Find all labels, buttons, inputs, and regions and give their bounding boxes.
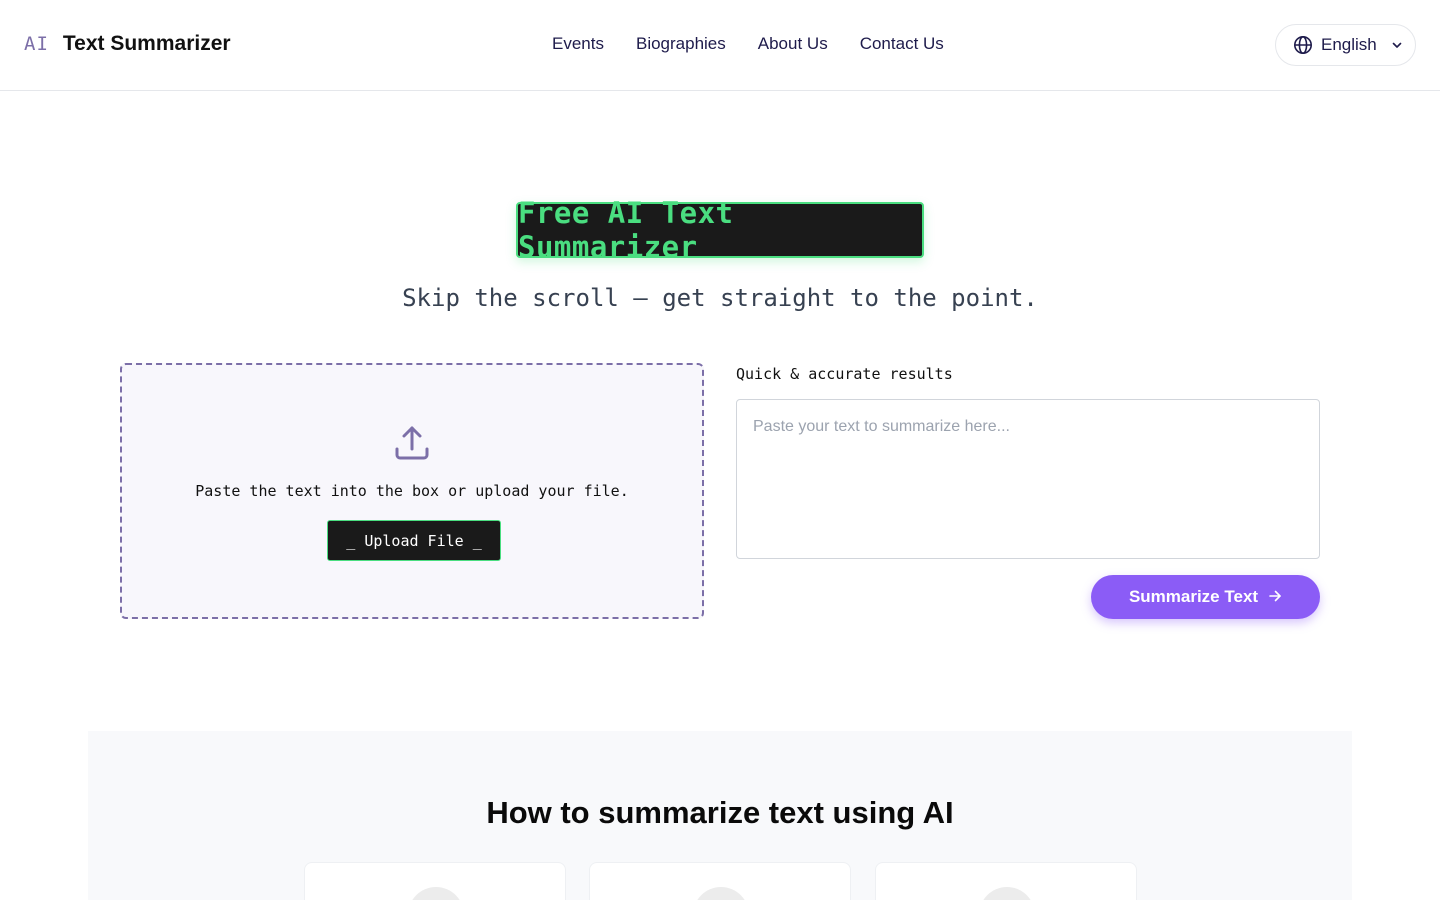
upload-icon xyxy=(394,425,430,466)
hero-badge: Free AI Text Summarizer xyxy=(516,196,924,264)
summarize-text-input[interactable] xyxy=(736,399,1320,559)
step-icon-circle xyxy=(979,887,1035,900)
summarize-button-label: Summarize Text xyxy=(1128,587,1259,606)
upload-instruction: Paste the text into the box or upload yo… xyxy=(195,482,629,500)
summarize-text-button[interactable]: Summarize Text xyxy=(1091,575,1320,619)
site-header: AI Text Summarizer Events Biographies Ab… xyxy=(0,0,1440,91)
nav-about-us[interactable]: About Us xyxy=(758,34,828,54)
chevron-down-icon xyxy=(1391,39,1403,51)
logo-text: Text Summarizer xyxy=(62,32,231,55)
how-to-title: How to summarize text using AI xyxy=(486,795,954,830)
nav-contact-us[interactable]: Contact Us xyxy=(860,34,944,54)
language-label: English xyxy=(1321,35,1377,54)
logo-mark: AI xyxy=(24,33,49,55)
how-to-section: How to summarize text using AI xyxy=(88,731,1352,900)
nav-events[interactable]: Events xyxy=(552,34,604,54)
step-icon-circle xyxy=(693,887,749,900)
site-logo[interactable]: AI Text Summarizer xyxy=(24,32,231,56)
step-icon-circle xyxy=(408,887,464,900)
step-card xyxy=(304,862,566,900)
page-title: Free AI Text Summarizer xyxy=(518,196,734,264)
language-selector[interactable]: English xyxy=(1275,24,1416,66)
step-card xyxy=(589,862,851,900)
globe-icon xyxy=(1293,35,1313,55)
hero-subtitle: Skip the scroll — get straight to the po… xyxy=(402,284,1038,312)
main-nav: Events Biographies About Us Contact Us xyxy=(552,34,944,54)
upload-dropzone[interactable]: Paste the text into the box or upload yo… xyxy=(120,363,704,619)
step-card xyxy=(875,862,1137,900)
arrow-right-icon xyxy=(1268,589,1282,606)
input-label: Quick & accurate results xyxy=(736,365,953,383)
nav-biographies[interactable]: Biographies xyxy=(636,34,726,54)
upload-file-button[interactable]: _ Upload File _ xyxy=(327,520,501,561)
